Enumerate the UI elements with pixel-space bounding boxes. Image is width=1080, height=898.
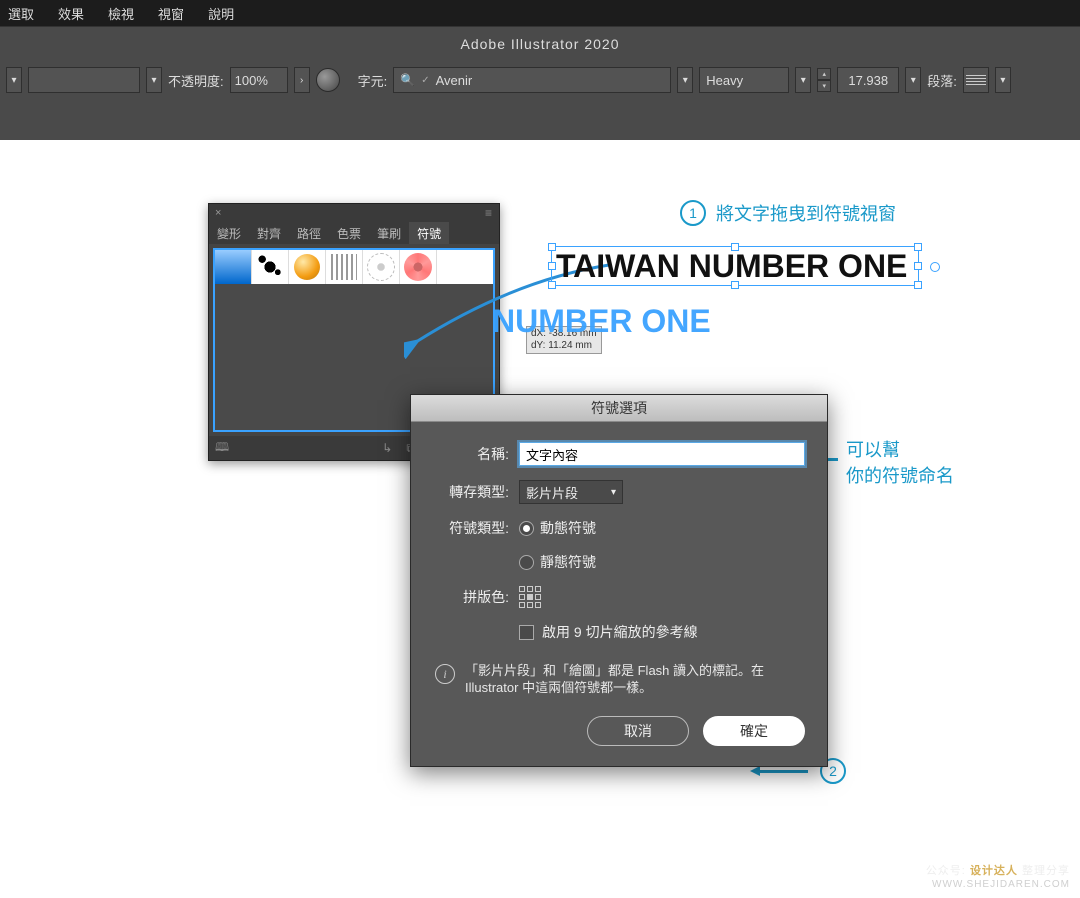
menu-view[interactable]: 檢視: [108, 4, 134, 23]
step1-text: 將文字拖曳到符號視窗: [716, 200, 896, 226]
menu-bar: 選取 效果 檢視 視窗 說明: [0, 0, 1080, 26]
checkbox-icon: [519, 625, 534, 640]
dialog-title: 符號選項: [411, 395, 827, 422]
object-type-dropdown[interactable]: ▾: [6, 67, 22, 93]
control-bar-spacer: [0, 100, 1080, 141]
artboard-text[interactable]: TAIWAN NUMBER ONE: [556, 248, 907, 285]
export-type-label: 轉存類型:: [433, 482, 509, 502]
menu-help[interactable]: 說明: [208, 4, 234, 23]
menu-effect[interactable]: 效果: [58, 4, 84, 23]
annotation-naming: 可以幫 你的符號命名: [846, 436, 954, 488]
symbol-gradient[interactable]: [215, 250, 252, 284]
name-label: 名稱:: [433, 444, 509, 464]
selection-handle-nw[interactable]: [548, 243, 556, 251]
panel-menu-icon[interactable]: ≡: [485, 206, 493, 220]
radio-dynamic-symbol[interactable]: 動態符號: [519, 518, 596, 538]
opacity-dropdown[interactable]: ›: [294, 67, 310, 93]
selection-handle-w[interactable]: [548, 262, 556, 270]
cancel-button[interactable]: 取消: [587, 716, 689, 746]
symbol-type-label: 符號類型:: [433, 518, 509, 538]
recolor-artwork-icon[interactable]: [316, 68, 340, 92]
tab-transform[interactable]: 變形: [209, 222, 249, 244]
font-size-stepper[interactable]: ▴▾: [817, 68, 831, 92]
character-label: 字元:: [358, 71, 388, 90]
symbols-row: [215, 250, 493, 284]
symbol-star[interactable]: [363, 250, 400, 284]
symbol-splat[interactable]: [252, 250, 289, 284]
chevron-down-icon: ▾: [611, 487, 616, 498]
symbol-flower[interactable]: [400, 250, 437, 284]
ok-button[interactable]: 確定: [703, 716, 805, 746]
app-title: Adobe Illustrator 2020: [461, 36, 620, 52]
symbol-library-icon[interactable]: 🕮: [215, 438, 229, 459]
search-icon: 🔍: [400, 73, 415, 87]
panel-tabs: 變形 對齊 路徑 色票 筆刷 符號: [209, 222, 499, 244]
enable-9-slice-checkbox[interactable]: 啟用 9 切片縮放的參考線: [519, 622, 698, 642]
font-family-dropdown[interactable]: ▾: [677, 67, 693, 93]
tab-brushes[interactable]: 筆刷: [369, 222, 409, 244]
font-size-field[interactable]: 17.938: [837, 67, 899, 93]
app-title-bar: Adobe Illustrator 2020: [0, 26, 1080, 62]
selection-handle-ne[interactable]: [914, 243, 922, 251]
selection-handle-se[interactable]: [914, 281, 922, 289]
panel-close-icon[interactable]: ×: [215, 207, 221, 219]
align-justify-icon: [964, 68, 988, 92]
control-bar: ▾ ▾ 不透明度: 100% › 字元: 🔍 ✓ Avenir ▾ Heavy …: [0, 60, 1080, 101]
registration-label: 拼版色:: [433, 587, 509, 607]
symbol-options-dialog: 符號選項 名稱: 轉存類型: 影片片段▾ 符號類型: 動態符號 靜態符號: [410, 394, 828, 767]
registration-point-picker[interactable]: [519, 586, 541, 608]
tab-symbols[interactable]: 符號: [409, 222, 449, 244]
arrow-line-2: [760, 770, 808, 773]
tab-align[interactable]: 對齊: [249, 222, 289, 244]
selection-handle-e[interactable]: [914, 262, 922, 270]
annotation-step1: 1 將文字拖曳到符號視窗: [680, 200, 896, 226]
menu-select[interactable]: 選取: [8, 4, 34, 23]
radio-static-symbol[interactable]: 靜態符號: [519, 552, 596, 572]
opacity-field[interactable]: 100%: [230, 67, 288, 93]
symbol-lines[interactable]: [326, 250, 363, 284]
radio-icon: [519, 555, 534, 570]
symbol-name-input[interactable]: [519, 442, 805, 466]
paragraph-align-button[interactable]: [963, 67, 989, 93]
radio-icon: [519, 521, 534, 536]
menu-window[interactable]: 視窗: [158, 4, 184, 23]
paragraph-dropdown[interactable]: ▾: [995, 67, 1011, 93]
symbol-orb[interactable]: [289, 250, 326, 284]
fill-swatch[interactable]: [28, 67, 140, 93]
font-size-dropdown[interactable]: ▾: [905, 67, 921, 93]
font-family-dropdown-icon: ✓: [421, 75, 429, 86]
place-symbol-icon[interactable]: ↳: [382, 441, 392, 456]
step1-number-icon: 1: [680, 200, 706, 226]
paragraph-label: 段落:: [927, 71, 957, 90]
selection-handle-sw[interactable]: [548, 281, 556, 289]
font-family-field[interactable]: 🔍 ✓ Avenir: [393, 67, 671, 93]
dragging-ghost-text: NUMBER ONE: [492, 303, 711, 340]
export-type-select[interactable]: 影片片段▾: [519, 480, 623, 504]
tab-path[interactable]: 路徑: [289, 222, 329, 244]
selection-anchor-right[interactable]: [930, 262, 940, 272]
opacity-label: 不透明度:: [168, 71, 224, 90]
fill-dropdown[interactable]: ▾: [146, 67, 162, 93]
arrow-to-ok: [750, 766, 760, 776]
font-weight-dropdown[interactable]: ▾: [795, 67, 811, 93]
watermark: 公众号: 设计达人 整理分享 WWW.SHEJIDAREN.COM: [926, 864, 1070, 892]
info-icon: i: [435, 664, 455, 684]
info-note: i 「影片片段」和「繪圖」都是 Flash 讀入的標記。在 Illustrato…: [433, 656, 805, 698]
font-weight-field[interactable]: Heavy: [699, 67, 789, 93]
tab-swatches[interactable]: 色票: [329, 222, 369, 244]
